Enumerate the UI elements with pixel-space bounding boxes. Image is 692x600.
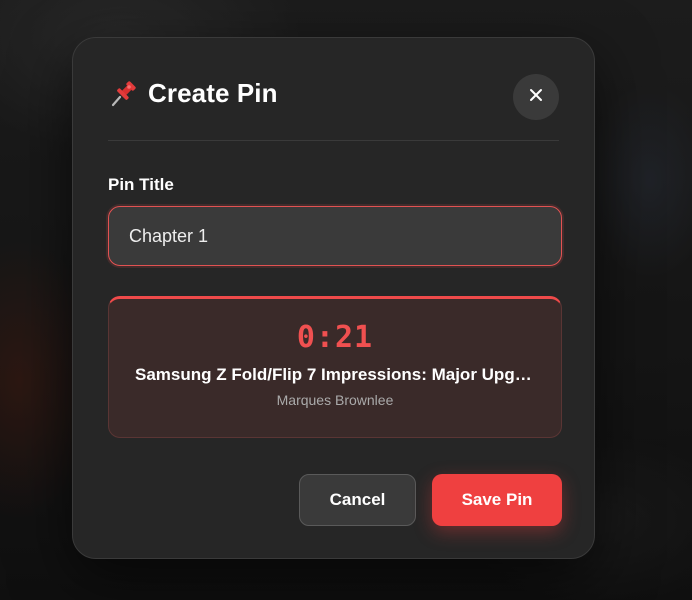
pin-timestamp: 0:21 — [296, 320, 374, 355]
pin-preview-card: 0:21 Samsung Z Fold/Flip 7 Impressions: … — [108, 296, 562, 438]
close-button[interactable] — [513, 74, 559, 120]
video-title: Samsung Z Fold/Flip 7 Impressions: Major… — [135, 365, 535, 384]
dialog-title: Create Pin — [148, 78, 278, 108]
dialog-header: Create Pin — [108, 74, 559, 141]
close-icon — [529, 88, 543, 107]
channel-name: Marques Brownlee — [276, 392, 394, 408]
pushpin-icon — [108, 79, 138, 109]
pin-title-input[interactable] — [108, 206, 562, 266]
cancel-button[interactable]: Cancel — [299, 474, 416, 526]
pin-title-label: Pin Title — [108, 175, 174, 194]
create-pin-dialog: Create Pin Pin Title 0:21 Samsung Z Fold… — [72, 37, 595, 559]
save-pin-button[interactable]: Save Pin — [432, 474, 562, 526]
dialog-title-group: Create Pin — [108, 78, 278, 109]
